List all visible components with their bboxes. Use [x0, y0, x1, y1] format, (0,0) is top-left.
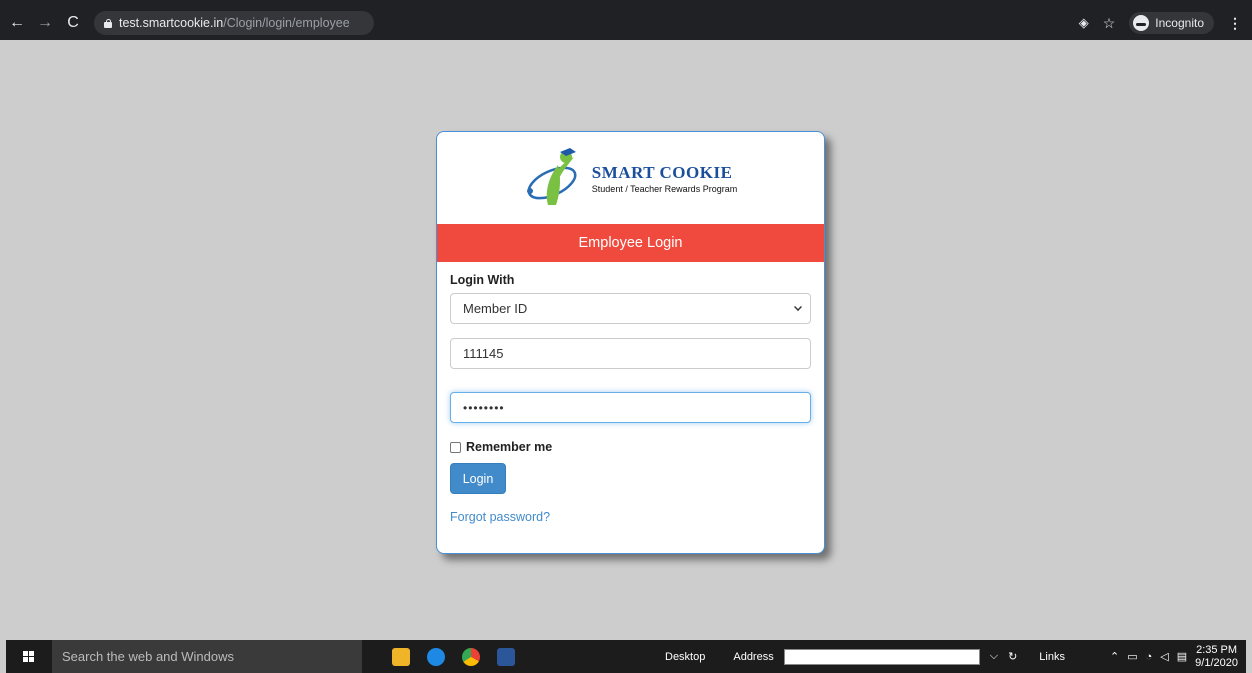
login-card: SMART COOKIE Student / Teacher Rewards P… [436, 131, 825, 554]
edge-icon[interactable] [427, 647, 445, 666]
page-content: SMART COOKIE Student / Teacher Rewards P… [6, 40, 1246, 640]
system-tray: ⌃ ▭ ◔ ◁ ▤ 2:35 PM 9/1/2020 [1110, 644, 1238, 670]
smart-cookie-logo-icon [526, 148, 577, 205]
clock-time: 2:35 PM [1196, 643, 1238, 656]
member-id-value: 111145 [463, 346, 504, 361]
file-explorer-icon[interactable] [392, 647, 410, 666]
password-input[interactable]: •••••••• [450, 392, 811, 423]
volume-icon[interactable]: ◁ [1160, 650, 1168, 663]
url-host: test.smartcookie.in [119, 16, 224, 30]
address-bar[interactable]: test.smartcookie.in/Clogin/login/employe… [94, 11, 374, 35]
links-toolbar[interactable]: Links [1039, 651, 1065, 663]
login-with-select[interactable]: Member ID [450, 293, 811, 324]
back-icon[interactable]: ← [6, 12, 28, 34]
desktop-toolbar[interactable]: Desktop [665, 651, 705, 663]
browser-actions: ◈ ☆ Incognito ⋮ [1079, 6, 1242, 40]
word-icon[interactable] [497, 647, 515, 666]
remember-me-checkbox[interactable] [450, 441, 461, 453]
start-button[interactable] [6, 640, 52, 673]
member-id-input[interactable]: 111145 [450, 338, 811, 369]
battery-icon[interactable]: ▭ [1127, 650, 1137, 663]
remember-me-label[interactable]: Remember me [466, 440, 552, 454]
reload-icon[interactable]: C [62, 12, 84, 34]
windows-logo-icon [23, 650, 35, 663]
incognito-icon [1133, 15, 1150, 31]
notifications-icon[interactable]: ▤ [1177, 650, 1187, 663]
forgot-password-link[interactable]: Forgot password? [450, 510, 811, 524]
browser-toolbar: ← → C test.smartcookie.in/Clogin/login/e… [0, 6, 1252, 40]
taskbar-toolbars: Desktop Address ⌵ ↻ Links [665, 648, 1065, 665]
password-value: •••••••• [463, 400, 505, 415]
forward-icon[interactable]: → [34, 12, 56, 34]
bookmark-star-icon[interactable]: ☆ [1103, 15, 1116, 32]
clock[interactable]: 2:35 PM 9/1/2020 [1195, 644, 1238, 670]
remember-me-row: Remember me [450, 440, 811, 454]
logo: SMART COOKIE Student / Teacher Rewards P… [437, 132, 824, 224]
taskbar-search-placeholder: Search the web and Windows [62, 649, 234, 664]
brand-subtitle: Student / Teacher Rewards Program [591, 183, 738, 194]
taskbar-pinned [392, 647, 515, 666]
chevron-down-icon [794, 303, 802, 311]
extension-icon[interactable]: ◈ [1079, 15, 1089, 31]
chrome-icon[interactable] [462, 647, 480, 666]
browser-chrome: ← → C test.smartcookie.in/Clogin/login/e… [0, 0, 1252, 40]
login-button[interactable]: Login [450, 463, 506, 494]
login-with-value: Member ID [463, 301, 528, 316]
address-toolbar-label: Address [733, 650, 774, 663]
address-toolbar-input[interactable] [783, 648, 980, 665]
login-with-label: Login With [450, 273, 515, 287]
refresh-icon[interactable]: ↻ [1008, 650, 1017, 663]
login-banner: Employee Login [437, 224, 824, 262]
url-path: /Clogin/login/employee [223, 16, 350, 30]
incognito-label: Incognito [1155, 16, 1204, 30]
wifi-icon[interactable]: ◔ [1146, 651, 1153, 663]
dropdown-chevron-icon[interactable]: ⌵ [990, 650, 998, 663]
tray-expand-icon[interactable]: ⌃ [1110, 650, 1119, 663]
lock-icon [104, 18, 112, 28]
taskbar-search[interactable]: Search the web and Windows [52, 640, 362, 673]
brand-text: SMART COOKIE Student / Teacher Rewards P… [592, 163, 737, 194]
windows-taskbar: Search the web and Windows Desktop Addre… [6, 640, 1246, 673]
login-form: Login With Member ID 111145 •••••••• Rem… [437, 262, 824, 524]
incognito-badge[interactable]: Incognito [1129, 12, 1214, 34]
brand-title: SMART COOKIE [591, 162, 733, 182]
clock-date: 9/1/2020 [1195, 656, 1238, 669]
menu-kebab-icon[interactable]: ⋮ [1228, 15, 1242, 32]
